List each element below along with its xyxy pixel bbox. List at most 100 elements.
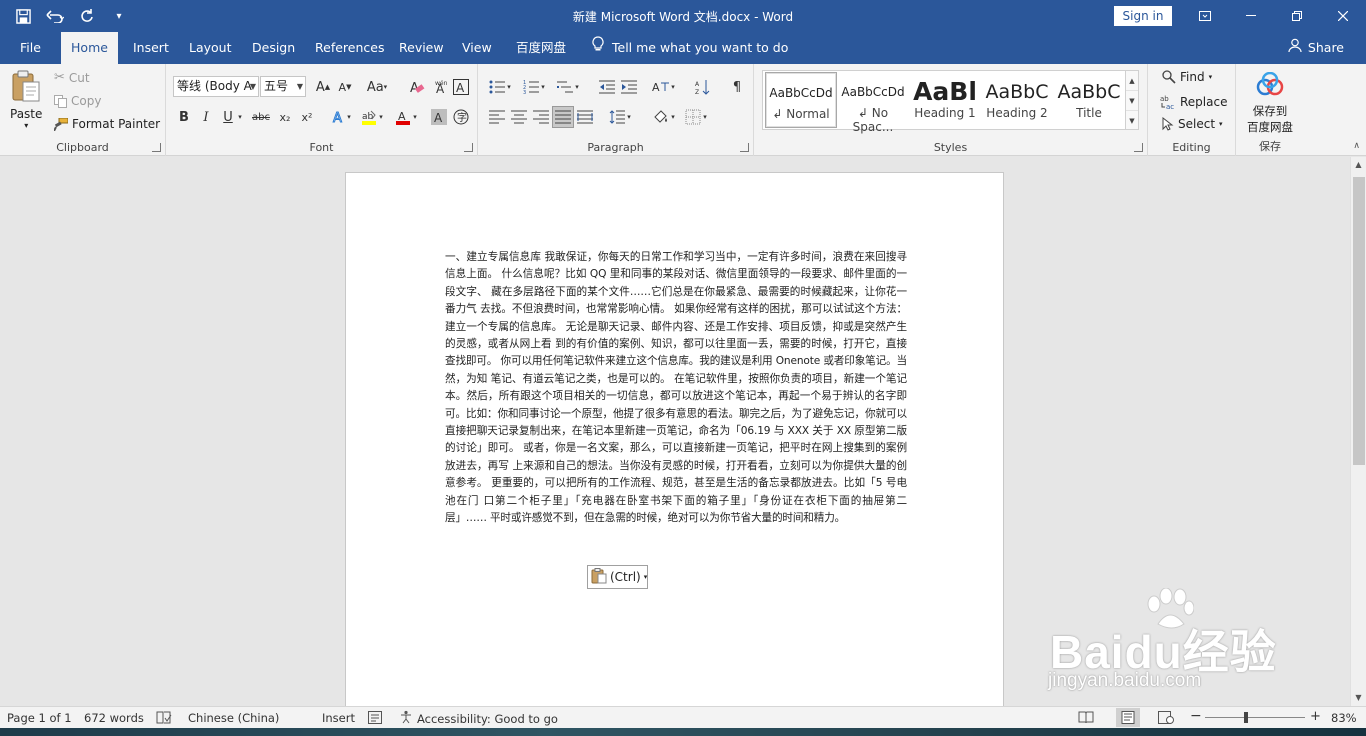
share-button[interactable]: Share bbox=[1288, 32, 1344, 64]
justify-icon[interactable] bbox=[552, 106, 574, 128]
paste-button[interactable]: Paste ▾ bbox=[10, 70, 42, 130]
copy-button[interactable]: Copy bbox=[54, 94, 101, 108]
undo-icon[interactable] bbox=[40, 4, 70, 28]
svg-text:Z: Z bbox=[695, 89, 699, 95]
scroll-up-icon[interactable]: ▲ bbox=[1351, 157, 1366, 173]
bold-button[interactable]: B bbox=[173, 106, 195, 128]
language-indicator[interactable]: Chinese (China) bbox=[188, 711, 279, 725]
tab-review[interactable]: Review bbox=[397, 32, 446, 64]
proofing-icon[interactable] bbox=[156, 711, 172, 727]
save-to-baidu-button[interactable]: 保存到 百度网盘 bbox=[1244, 71, 1296, 135]
restore-icon[interactable] bbox=[1274, 0, 1320, 32]
increase-indent-icon[interactable] bbox=[618, 76, 640, 98]
character-border-icon[interactable]: A bbox=[450, 76, 472, 98]
document-body-text[interactable]: 一、建立专属信息库 我敢保证，你每天的日常工作和学习当中，一定有许多时间，浪费在… bbox=[445, 249, 907, 528]
format-painter-button[interactable]: Format Painter bbox=[54, 117, 160, 131]
cut-button[interactable]: ✂ Cut bbox=[54, 70, 90, 85]
minimize-icon[interactable] bbox=[1228, 0, 1274, 32]
gallery-down-icon[interactable]: ▼ bbox=[1126, 91, 1138, 111]
paragraph-launcher-icon[interactable] bbox=[740, 143, 749, 152]
borders-dropdown-icon[interactable]: ▾ bbox=[700, 106, 710, 128]
tab-home[interactable]: Home bbox=[61, 32, 118, 65]
zoom-level[interactable]: 83% bbox=[1331, 711, 1357, 725]
tab-file[interactable]: File bbox=[18, 32, 43, 64]
styles-launcher-icon[interactable] bbox=[1134, 143, 1143, 152]
tell-me-search[interactable]: Tell me what you want to do bbox=[592, 32, 788, 64]
align-left-icon[interactable] bbox=[486, 106, 508, 128]
align-right-icon[interactable] bbox=[530, 106, 552, 128]
gallery-up-icon[interactable]: ▲ bbox=[1126, 71, 1138, 91]
redo-icon[interactable] bbox=[72, 4, 102, 28]
change-case-button[interactable]: Aa ▾ bbox=[362, 76, 392, 98]
style-normal[interactable]: AaBbCcDd ↲ Normal bbox=[765, 72, 837, 128]
grow-font-icon[interactable]: A ▲ bbox=[312, 76, 334, 98]
tab-references[interactable]: References bbox=[313, 32, 386, 64]
font-size-combo[interactable]: 五号 ▼ bbox=[260, 76, 306, 97]
font-launcher-icon[interactable] bbox=[464, 143, 473, 152]
subscript-button[interactable]: x₂ bbox=[274, 106, 296, 128]
style-heading-2[interactable]: AaBbC Heading 2 bbox=[981, 72, 1053, 128]
character-shading-icon[interactable]: A bbox=[428, 106, 450, 128]
text-effects-dropdown-icon[interactable]: ▾ bbox=[344, 106, 354, 128]
show-hide-marks-icon[interactable]: ¶ bbox=[726, 76, 748, 98]
zoom-out-icon[interactable]: − bbox=[1190, 708, 1202, 724]
close-icon[interactable] bbox=[1320, 0, 1366, 32]
decrease-indent-icon[interactable] bbox=[596, 76, 618, 98]
accessibility-checker[interactable]: Accessibility: Good to go bbox=[399, 710, 558, 727]
scroll-thumb[interactable] bbox=[1353, 177, 1365, 465]
sign-in-button[interactable]: Sign in bbox=[1114, 6, 1172, 26]
shading-dropdown-icon[interactable]: ▾ bbox=[668, 106, 678, 128]
insert-mode[interactable]: Insert bbox=[322, 711, 355, 725]
phonetic-guide-icon[interactable]: Awén bbox=[430, 76, 452, 98]
bullets-dropdown-icon[interactable]: ▾ bbox=[504, 76, 514, 98]
tab-design[interactable]: Design bbox=[250, 32, 297, 64]
vertical-scrollbar[interactable]: ▲ ▼ bbox=[1350, 157, 1366, 706]
strikethrough-button[interactable]: abc bbox=[250, 106, 272, 128]
document-page[interactable]: 一、建立专属信息库 我敢保证，你每天的日常工作和学习当中，一定有许多时间，浪费在… bbox=[345, 172, 1004, 706]
chinese-layout-dropdown-icon[interactable]: ▾ bbox=[668, 76, 678, 98]
word-count[interactable]: 672 words bbox=[84, 711, 144, 725]
customize-qat-icon[interactable]: ▾ bbox=[104, 4, 134, 28]
superscript-button[interactable]: x² bbox=[296, 106, 318, 128]
enclose-characters-icon[interactable]: 字 bbox=[450, 106, 472, 128]
zoom-slider-thumb[interactable] bbox=[1244, 712, 1248, 723]
paste-options-button[interactable]: (Ctrl) ▾ bbox=[587, 565, 648, 589]
italic-button[interactable]: I bbox=[195, 106, 217, 128]
align-center-icon[interactable] bbox=[508, 106, 530, 128]
highlight-dropdown-icon[interactable]: ▾ bbox=[376, 106, 386, 128]
tab-insert[interactable]: Insert bbox=[131, 32, 171, 64]
line-spacing-dropdown-icon[interactable]: ▾ bbox=[624, 106, 634, 128]
tab-baidu-netdisk[interactable]: 百度网盘 bbox=[514, 32, 568, 64]
multilevel-dropdown-icon[interactable]: ▾ bbox=[572, 76, 582, 98]
zoom-slider-track[interactable] bbox=[1205, 717, 1305, 718]
ribbon-display-options-icon[interactable] bbox=[1182, 0, 1228, 32]
select-button[interactable]: Select ▾ bbox=[1162, 117, 1223, 131]
macro-recording-icon[interactable] bbox=[368, 711, 382, 727]
print-layout-icon[interactable] bbox=[1116, 708, 1140, 727]
style-heading-1[interactable]: AaBl Heading 1 bbox=[909, 72, 981, 128]
clipboard-launcher-icon[interactable] bbox=[152, 143, 161, 152]
page-count[interactable]: Page 1 of 1 bbox=[7, 711, 72, 725]
underline-dropdown-icon[interactable]: ▾ bbox=[235, 106, 245, 128]
tab-layout[interactable]: Layout bbox=[187, 32, 234, 64]
save-icon[interactable] bbox=[8, 4, 38, 28]
read-mode-icon[interactable] bbox=[1078, 711, 1094, 727]
style-sample: AaBbCcDd bbox=[769, 86, 833, 100]
style-no-spacing[interactable]: AaBbCcDd ↲ No Spac... bbox=[837, 72, 909, 134]
sort-icon[interactable]: AZ bbox=[692, 76, 714, 98]
scroll-down-icon[interactable]: ▼ bbox=[1351, 690, 1366, 706]
numbering-dropdown-icon[interactable]: ▾ bbox=[538, 76, 548, 98]
gallery-more-icon[interactable]: ▼ bbox=[1126, 111, 1138, 131]
font-name-combo[interactable]: 等线 (Body A ▼ bbox=[173, 76, 259, 97]
web-layout-icon[interactable] bbox=[1158, 711, 1174, 727]
tab-view[interactable]: View bbox=[460, 32, 494, 64]
find-button[interactable]: Find ▾ bbox=[1162, 70, 1212, 84]
distributed-icon[interactable] bbox=[574, 106, 596, 128]
shrink-font-icon[interactable]: A ▼ bbox=[334, 76, 356, 98]
font-color-dropdown-icon[interactable]: ▾ bbox=[410, 106, 420, 128]
collapse-ribbon-icon[interactable]: ∧ bbox=[1353, 141, 1360, 151]
zoom-in-icon[interactable]: + bbox=[1310, 709, 1321, 724]
style-title[interactable]: AaBbC Title bbox=[1053, 72, 1125, 128]
replace-button[interactable]: ab ac Replace bbox=[1160, 94, 1227, 110]
clear-formatting-icon[interactable]: A bbox=[406, 76, 428, 98]
